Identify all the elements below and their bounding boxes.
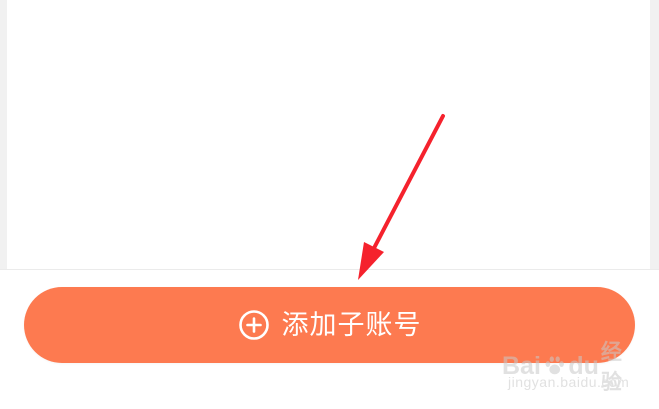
add-sub-account-label: 添加子账号 [281,309,422,341]
add-sub-account-button[interactable]: 添加子账号 [24,287,635,363]
content-right-edge [650,0,659,270]
plus-circle-icon [238,310,269,340]
content-area [0,0,659,270]
app-screen: 添加子账号 Bai du 经验 jingyan.baidu.com [0,0,659,409]
content-left-edge [0,0,7,270]
